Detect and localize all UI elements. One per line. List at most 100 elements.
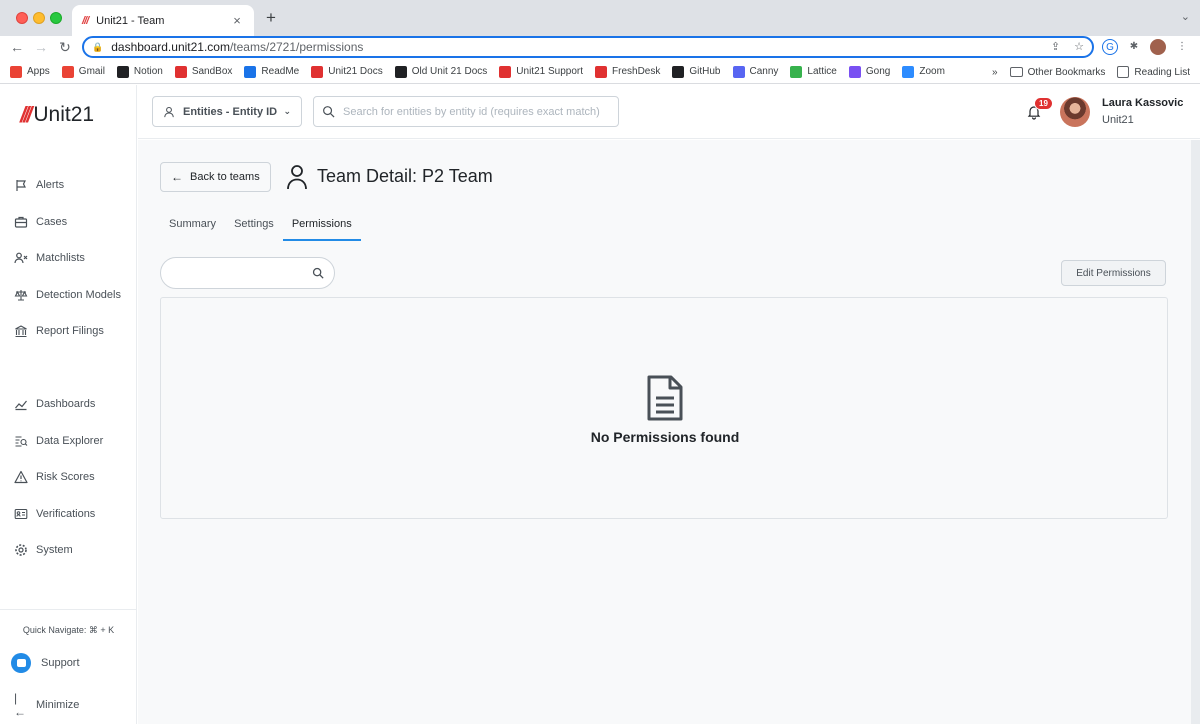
bookmark-notion[interactable]: Notion [116, 65, 163, 78]
sidebar-item-data-explorer[interactable]: Data Explorer [14, 431, 103, 451]
bookmark-label: Gmail [78, 66, 105, 77]
id-card-icon [14, 507, 28, 521]
data-search-icon [14, 434, 28, 448]
sidebar-item-cases[interactable]: Cases [14, 212, 67, 232]
bookmark-old-unit-21-docs[interactable]: Old Unit 21 Docs [394, 65, 487, 78]
close-window-button[interactable] [16, 12, 28, 24]
sidebar-item-label: Verifications [36, 507, 96, 520]
back-to-teams-button[interactable]: ← Back to teams [160, 162, 271, 192]
bookmark-gmail[interactable]: Gmail [61, 65, 105, 78]
notification-badge: 19 [1034, 97, 1053, 110]
globe-icon [394, 65, 407, 78]
search-icon[interactable] [312, 267, 324, 279]
bookmark-unit21-docs[interactable]: Unit21 Docs [311, 65, 383, 78]
url-host: dashboard.unit21.com [111, 40, 230, 54]
bookmark-zoom[interactable]: Zoom [902, 65, 945, 78]
kebab-menu-icon[interactable]: ⋮ [1174, 39, 1190, 55]
bookmark-sandbox[interactable]: SandBox [174, 65, 233, 78]
reading-list[interactable]: Reading List [1117, 66, 1190, 78]
tab-title: Unit21 - Team [96, 14, 165, 27]
sidebar-item-alerts[interactable]: Alerts [14, 175, 64, 195]
sidebar-item-detection-models[interactable]: Detection Models [14, 285, 121, 305]
bookmark-readme[interactable]: ReadMe [244, 65, 299, 78]
user-org: Unit21 [1102, 114, 1134, 126]
sidebar-item-label: Risk Scores [36, 471, 95, 483]
bookmark-star-icon[interactable]: ☆ [1074, 40, 1084, 53]
bookmarks-overflow-icon[interactable]: » [992, 67, 998, 78]
sidebar-item-system[interactable]: System [14, 540, 73, 560]
new-tab-button[interactable]: + [262, 9, 280, 27]
share-icon[interactable]: ⇪ [1051, 40, 1060, 53]
unit21-icon [499, 65, 512, 78]
notion-icon [116, 65, 129, 78]
permissions-search-box[interactable] [160, 257, 335, 289]
sidebar-item-label: System [36, 544, 73, 556]
unit21-icon [311, 65, 324, 78]
entity-search-input[interactable] [343, 105, 610, 118]
profile-avatar[interactable] [1150, 39, 1166, 55]
sidebar-divider [0, 609, 137, 610]
logo-text: Unit21 [33, 103, 95, 126]
sidebar-item-label: Data Explorer [36, 434, 104, 447]
scrollbar[interactable] [1191, 140, 1200, 724]
minimize-sidebar-button[interactable]: |← Minimize [14, 691, 79, 719]
scale-icon [14, 288, 28, 302]
reload-icon[interactable]: ↻ [56, 38, 74, 56]
sidebar-item-dashboards[interactable]: Dashboards [14, 394, 95, 414]
unit21-logo[interactable]: /// Unit21 [20, 102, 94, 128]
bookmark-lattice[interactable]: Lattice [790, 65, 837, 78]
bookmark-gong[interactable]: Gong [848, 65, 890, 78]
entity-select-value: Entities - Entity ID [183, 105, 278, 118]
bookmark-github[interactable]: GitHub [672, 65, 721, 78]
bookmark-label: Apps [27, 66, 50, 77]
tab-search-chevron-icon[interactable]: ⌄ [1181, 10, 1190, 23]
bookmark-apps[interactable]: Apps [10, 65, 50, 78]
minimize-window-button[interactable] [33, 12, 45, 24]
support-button[interactable]: Support [11, 653, 80, 673]
other-bookmarks-label: Other Bookmarks [1027, 66, 1106, 78]
bookmark-canny[interactable]: Canny [732, 65, 778, 78]
flag-icon [14, 178, 28, 192]
sidebar-item-risk-scores[interactable]: Risk Scores [14, 467, 95, 487]
entity-type-select[interactable]: Entities - Entity ID ⌄ [152, 96, 302, 127]
puzzle-extensions-icon[interactable]: ✱ [1126, 39, 1142, 55]
search-icon [323, 106, 335, 118]
browser-tab[interactable]: /// Unit21 - Team × [72, 5, 254, 36]
bookmark-label: SandBox [191, 66, 233, 77]
sidebar-item-label: Dashboards [36, 398, 96, 410]
tab-settings[interactable]: Settings [225, 214, 283, 241]
main-content: ← Back to teams Team Detail: P2 Team Sum… [138, 140, 1200, 724]
tab-permissions[interactable]: Permissions [282, 214, 361, 241]
gmail-icon [61, 65, 74, 78]
sidebar-item-label: Detection Models [36, 288, 121, 301]
sidebar-item-label: Cases [36, 215, 68, 228]
entity-search-box[interactable] [313, 96, 619, 127]
sidebar-item-report-filings[interactable]: Report Filings [14, 321, 104, 341]
user-icon [164, 106, 174, 117]
maximize-window-button[interactable] [50, 12, 62, 24]
user-name[interactable]: Laura Kassovic [1102, 97, 1183, 109]
extension-icon[interactable]: G [1102, 39, 1118, 55]
chat-bubble-icon [11, 653, 31, 673]
bookmark-label: Unit21 Docs [328, 66, 383, 77]
bookmark-unit21-support[interactable]: Unit21 Support [499, 65, 583, 78]
forward-arrow-icon[interactable]: → [32, 38, 50, 56]
sidebar-item-label: Matchlists [36, 252, 85, 264]
tab-summary[interactable]: Summary [160, 214, 225, 241]
sidebar-item-label: Alerts [36, 179, 65, 191]
edit-permissions-button[interactable]: Edit Permissions [1061, 260, 1166, 286]
sidebar-item-verifications[interactable]: Verifications [14, 504, 95, 524]
user-avatar[interactable] [1060, 97, 1090, 127]
lock-icon: 🔒 [92, 41, 104, 52]
tab-close-icon[interactable]: × [230, 13, 244, 28]
address-bar[interactable]: 🔒 dashboard.unit21.com/teams/2721/permis… [82, 36, 1094, 58]
bookmark-label: Zoom [919, 66, 945, 77]
permissions-search-input[interactable] [171, 267, 301, 279]
back-arrow-icon[interactable]: ← [8, 38, 26, 56]
other-bookmarks[interactable]: Other Bookmarks [1009, 66, 1106, 78]
sidebar-item-matchlists[interactable]: Matchlists [14, 248, 85, 268]
bookmark-freshdesk[interactable]: FreshDesk [595, 65, 660, 78]
empty-state-message: No Permissions found [590, 429, 740, 445]
collapse-left-icon: |← [14, 691, 26, 719]
unit21-icon [174, 65, 187, 78]
